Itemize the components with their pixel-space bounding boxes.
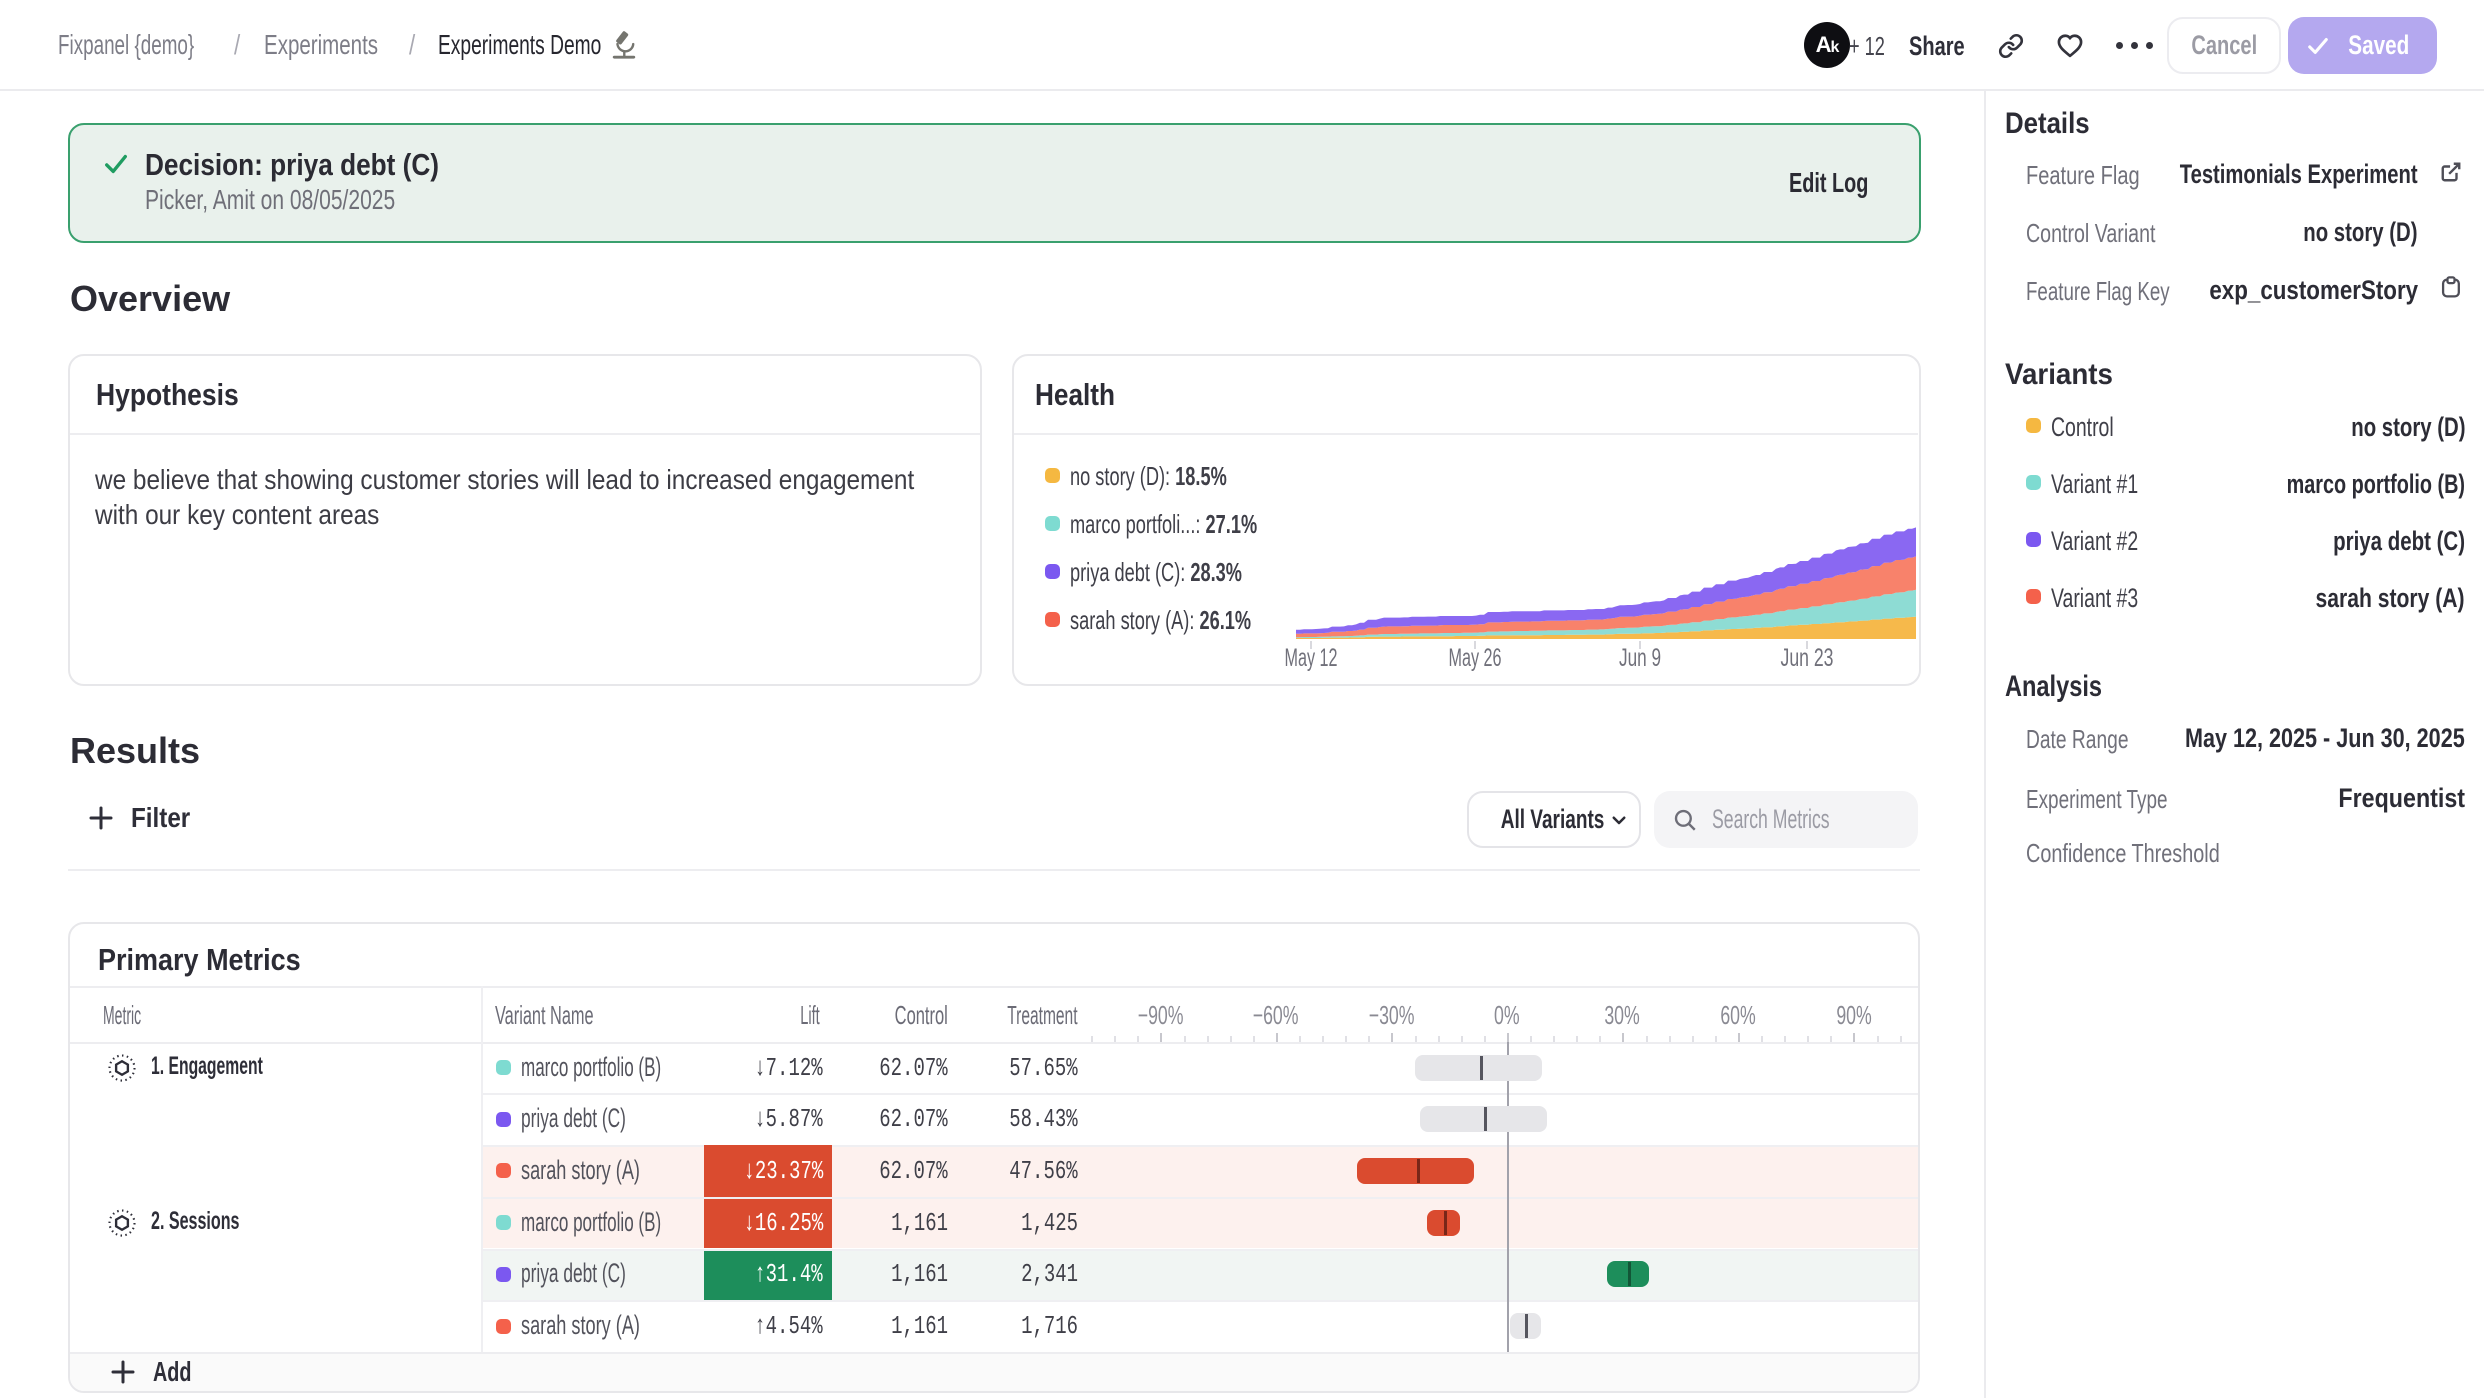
svg-text:May 12: May 12: [1285, 644, 1338, 672]
svg-text:Jun 9: Jun 9: [1619, 644, 1661, 672]
svg-text:May 26: May 26: [1449, 644, 1502, 672]
svg-text:Jun 23: Jun 23: [1781, 644, 1834, 672]
